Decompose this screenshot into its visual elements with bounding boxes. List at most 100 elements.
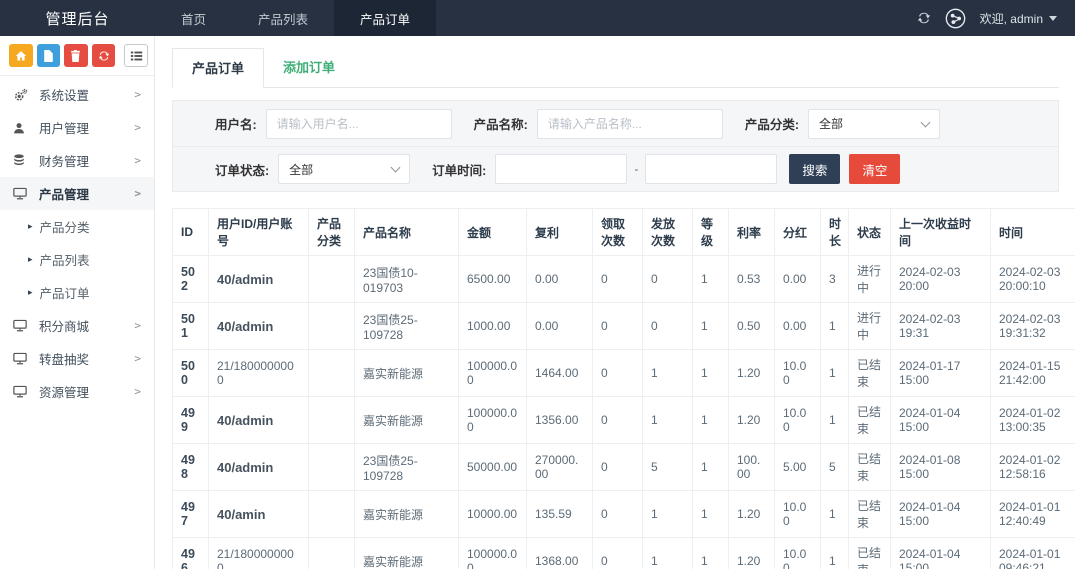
trash-button[interactable]: [64, 44, 88, 67]
sidebar-item[interactable]: 积分商城 >: [0, 309, 154, 342]
database-icon: [13, 154, 32, 167]
cell: 270000.00: [526, 443, 593, 491]
sidebar-item-label: 产品分类: [39, 221, 90, 235]
cell-id: 497: [172, 490, 209, 538]
sidebar-item[interactable]: 财务管理 >: [0, 144, 154, 177]
cell: 2024-01-08 15:00: [890, 443, 991, 491]
column-header[interactable]: 产品分类: [308, 208, 355, 256]
sidebar-item-label: 产品管理: [39, 188, 90, 202]
column-header[interactable]: 状态: [848, 208, 891, 256]
nav-item[interactable]: 首页: [155, 0, 232, 36]
cell: 1: [692, 349, 729, 397]
chevron-down-icon: [390, 162, 401, 173]
cell: 2024-02-03 19:31:32: [990, 302, 1075, 350]
cell: 2024-01-17 15:00: [890, 349, 991, 397]
username-input[interactable]: [265, 108, 452, 139]
recycle-button[interactable]: [91, 44, 116, 67]
chevron-right-icon: >: [134, 154, 141, 167]
cell: 5: [820, 443, 849, 491]
cell: 1356.00: [526, 396, 593, 444]
column-header[interactable]: 领取次数: [592, 208, 643, 256]
sidebar-item-label: 财务管理: [39, 155, 90, 169]
order-time-start-input[interactable]: [495, 154, 628, 184]
cell: 0.50: [728, 302, 775, 350]
cell: 5.00: [774, 443, 821, 491]
sidebar-item[interactable]: ▸ 产品分类: [0, 210, 154, 243]
cell: 100000.00: [458, 396, 527, 444]
cell: 1.20: [728, 349, 775, 397]
cell: 0: [592, 443, 643, 491]
table-row: 497 40/amin 嘉实新能源 10000.00 135.59 0 1 1 1.20 10.0…: [172, 490, 1075, 538]
cell: 1368.00: [526, 537, 593, 569]
sidebar-item-label: 转盘抽奖: [39, 353, 90, 367]
sidebar-menu: 系统设置 > 用户管理 > 财务管理 > 产品管理 > ▸ 产品分类 ▸ 产品列表 ▸ 产品订单 积分商城 >…: [0, 76, 154, 410]
sidebar-item[interactable]: 转盘抽奖 >: [0, 342, 154, 375]
cell: 1.20: [728, 490, 775, 538]
cell-user: 40/admin: [208, 255, 309, 303]
table-row: 502 40/admin 23国债10-019703 6500.00 0.00 0 0 1 0.…: [172, 255, 1075, 303]
home-button[interactable]: [9, 44, 33, 67]
cell: 0: [592, 349, 643, 397]
file-icon: [43, 49, 54, 62]
sidebar-item[interactable]: 用户管理 >: [0, 111, 154, 144]
cell: 嘉实新能源: [354, 349, 459, 397]
trash-icon: [70, 49, 81, 62]
desktop-icon: [13, 319, 32, 332]
sidebar-item[interactable]: 产品管理 >: [0, 177, 154, 210]
column-header[interactable]: 等级: [692, 208, 729, 256]
cell: 嘉实新能源: [354, 396, 459, 444]
sidebar-item[interactable]: 资源管理 >: [0, 375, 154, 408]
column-header[interactable]: 时间: [990, 208, 1075, 256]
sidebar-item[interactable]: ▸ 产品列表: [0, 243, 154, 276]
cell: 1: [692, 490, 729, 538]
cell: [308, 490, 355, 538]
nav-item[interactable]: 产品列表: [232, 0, 334, 36]
file-button[interactable]: [36, 44, 61, 67]
user-menu[interactable]: 欢迎, admin: [980, 10, 1057, 27]
cell: 2024-01-01 12:40:49: [990, 490, 1075, 538]
cell-id: 502: [172, 255, 209, 303]
avatar[interactable]: [945, 8, 966, 29]
caret-right-icon: ▸: [28, 221, 33, 231]
chevron-right-icon: >: [134, 88, 141, 101]
cell: 100000.00: [458, 537, 527, 569]
caret-right-icon: ▸: [28, 254, 33, 264]
sidebar-item-label: 系统设置: [39, 89, 90, 103]
cell: 5: [642, 443, 693, 491]
column-header[interactable]: 金额: [458, 208, 527, 256]
column-header[interactable]: 利率: [728, 208, 775, 256]
cell: 1: [692, 443, 729, 491]
column-header[interactable]: 上一次收益时间: [890, 208, 991, 256]
column-header[interactable]: 发放次数: [642, 208, 693, 256]
product-name-input[interactable]: [536, 108, 723, 139]
cell: 1: [642, 537, 693, 569]
cell-status: 进行中: [848, 302, 891, 350]
sidebar-item-label: 产品订单: [39, 287, 90, 301]
filter-label: 订单状态:: [215, 163, 270, 178]
column-header[interactable]: 用户ID/用户账号: [208, 208, 309, 256]
tab-add-order[interactable]: 添加订单: [264, 48, 354, 87]
cell: 100.00: [728, 443, 775, 491]
order-status-select[interactable]: 全部: [278, 154, 411, 184]
column-header[interactable]: 产品名称: [354, 208, 459, 256]
clear-button[interactable]: 清空: [849, 154, 901, 184]
cell: 1: [692, 302, 729, 350]
nav-item[interactable]: 产品订单: [334, 0, 437, 36]
list-button[interactable]: [124, 44, 148, 67]
column-header[interactable]: 分红: [774, 208, 821, 256]
sidebar-item[interactable]: ▸ 产品订单: [0, 276, 154, 309]
gear-icon: [13, 88, 32, 102]
cell: 2024-01-02 12:58:16: [990, 443, 1075, 491]
search-button[interactable]: 搜索: [789, 154, 841, 184]
column-header[interactable]: 时长: [820, 208, 849, 256]
cell-id: 500: [172, 349, 209, 397]
cell: 嘉实新能源: [354, 537, 459, 569]
sidebar-item[interactable]: 系统设置 >: [0, 78, 154, 111]
product-category-select[interactable]: 全部: [808, 108, 941, 139]
list-icon: [130, 50, 143, 62]
column-header[interactable]: 复利: [526, 208, 593, 256]
tab-order-list[interactable]: 产品订单: [172, 48, 265, 88]
order-time-end-input[interactable]: [645, 154, 778, 184]
column-header[interactable]: ID: [172, 208, 209, 256]
refresh-icon[interactable]: [917, 11, 931, 25]
